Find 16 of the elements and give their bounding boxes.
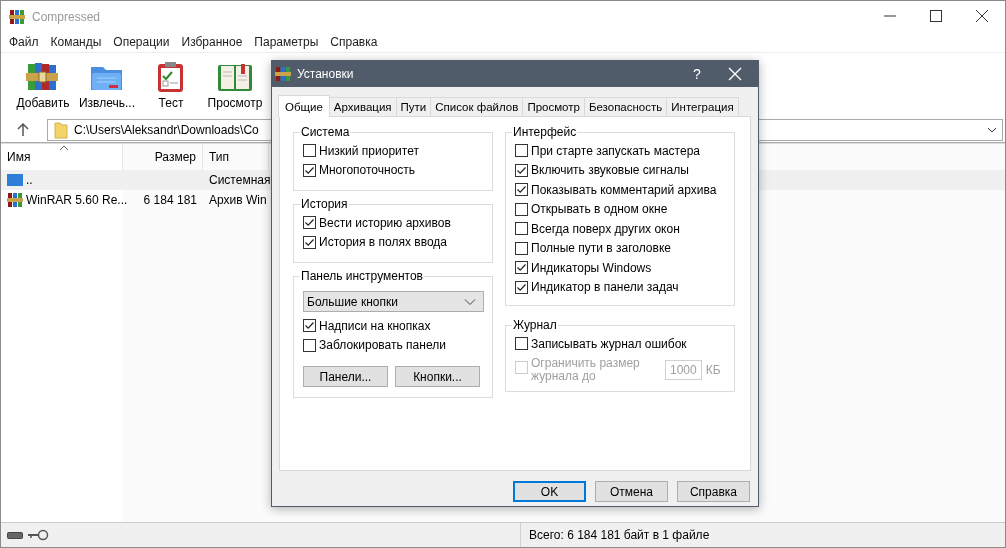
file-type: Системная (209, 173, 271, 187)
checkbox-label: Ограничить размер журнала до (531, 356, 641, 383)
file-name: .. (26, 173, 33, 187)
status-text: Всего: 6 184 181 байт в 1 файле (529, 528, 710, 542)
unit-label: КБ (705, 362, 721, 377)
group-title: История (300, 197, 349, 211)
group-title: Журнал (512, 318, 558, 332)
group-title: Система (300, 125, 351, 139)
file-name: WinRAR 5.60 Re... (26, 193, 128, 207)
group-title: Панель инструментов (300, 269, 424, 283)
group-title: Интерфейс (512, 125, 578, 139)
file-type: Архив Win (209, 193, 267, 207)
file-size: 6 184 181 (143, 193, 197, 207)
dialog-title: Установки (297, 67, 355, 81)
window-title: Compressed (32, 9, 102, 24)
number-field: 1000 (665, 359, 702, 380)
